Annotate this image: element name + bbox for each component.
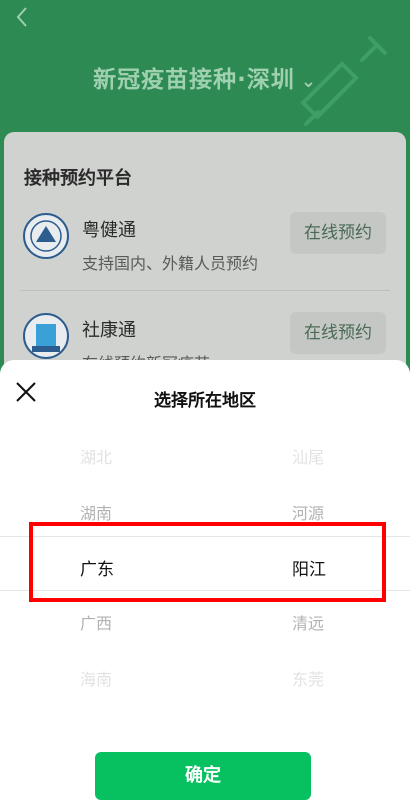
yuejiantong-logo [23,213,69,259]
syringe-icon [300,36,387,126]
region-wheel-picker[interactable]: 湖北 湖南 广东 广西 海南 汕尾 河源 阳江 清远 东莞 [0,430,410,720]
province-option[interactable]: 广西 [80,610,112,634]
page-title-text: 新冠疫苗接种·深圳 [93,67,295,93]
province-option[interactable]: 湖北 [80,444,112,468]
city-option[interactable]: 汕尾 [292,444,324,468]
province-option[interactable]: 海南 [80,666,112,690]
platform-card: 接种预约平台 粤健通 支持国内、外籍人员预约 在线预约 社康通 在线预约新冠疫苗… [4,132,406,392]
city-option[interactable]: 东莞 [292,666,324,690]
book-online-button[interactable]: 在线预约 [290,212,386,254]
platform-desc: 支持国内、外籍人员预约 [82,254,259,273]
city-option[interactable]: 清远 [292,610,324,634]
platform-name: 粤健通 [82,220,136,241]
province-option[interactable]: 湖南 [80,500,112,524]
platform-name: 社康通 [82,320,136,341]
back-chevron-icon[interactable] [10,4,36,30]
confirm-button[interactable]: 确定 [95,752,311,800]
city-option[interactable]: 河源 [292,500,324,524]
region-picker-sheet: 选择所在地区 湖北 湖南 广东 广西 海南 汕尾 河源 阳江 清远 东莞 确定 [0,360,410,810]
platform-row-yuejiantong: 粤健通 支持国内、外籍人员预约 在线预约 [20,204,390,291]
card-title: 接种预约平台 [24,168,132,189]
shekangtong-logo [23,313,69,359]
selection-highlight-box [29,522,386,602]
sheet-title: 选择所在地区 [154,391,256,411]
book-online-button[interactable]: 在线预约 [290,312,386,354]
